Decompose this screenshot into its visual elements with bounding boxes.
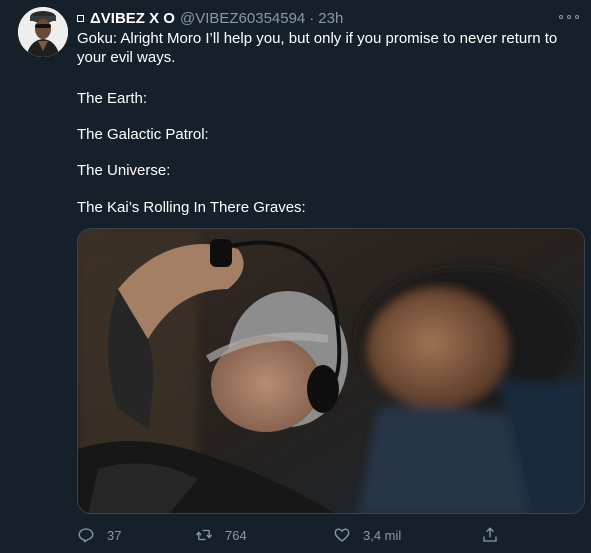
tweet-text-line: The Universe: bbox=[77, 162, 171, 179]
reply-button[interactable]: 37 bbox=[77, 522, 121, 548]
header-separator: · bbox=[309, 9, 315, 27]
tweet-media-image[interactable] bbox=[77, 228, 585, 514]
more-dot bbox=[559, 15, 563, 19]
like-button[interactable]: 3,4 mil bbox=[333, 522, 401, 548]
tweet-timestamp[interactable]: 23h bbox=[318, 10, 343, 27]
tweet-text-line: The Kai’s Rolling In There Graves: bbox=[77, 199, 306, 216]
name-emoji-box bbox=[77, 14, 84, 22]
avatar[interactable] bbox=[18, 7, 68, 57]
tweet-header: ΔVIBEZ X O @VIBEZ60354594 · 23h bbox=[77, 8, 551, 28]
tweet-text: Goku: Alright Moro I’ll help you, but on… bbox=[77, 29, 577, 216]
author-name[interactable]: ΔVIBEZ X O bbox=[90, 10, 175, 27]
share-icon bbox=[483, 527, 497, 542]
author-handle[interactable]: @VIBEZ60354594 bbox=[180, 10, 305, 27]
more-dot bbox=[567, 15, 571, 19]
retweet-button[interactable]: 764 bbox=[195, 522, 247, 548]
reply-icon bbox=[78, 528, 94, 543]
more-dot bbox=[575, 15, 579, 19]
share-button[interactable] bbox=[481, 522, 511, 548]
tweet[interactable]: ΔVIBEZ X O @VIBEZ60354594 · 23h Goku: Al… bbox=[0, 0, 591, 553]
tweet-text-line: Goku: Alright Moro I’ll help you, but on… bbox=[77, 30, 558, 66]
like-count: 3,4 mil bbox=[363, 527, 402, 543]
tweet-actions: 37 764 3,4 mil bbox=[77, 522, 507, 548]
tweet-text-line: The Galactic Patrol: bbox=[77, 126, 209, 143]
retweet-count: 764 bbox=[225, 527, 247, 543]
tweet-text-line: The Earth: bbox=[77, 90, 148, 107]
more-horizontal-icon[interactable] bbox=[559, 10, 579, 24]
reply-count: 37 bbox=[107, 527, 122, 543]
heart-icon bbox=[334, 528, 350, 542]
retweet-icon bbox=[195, 529, 213, 541]
